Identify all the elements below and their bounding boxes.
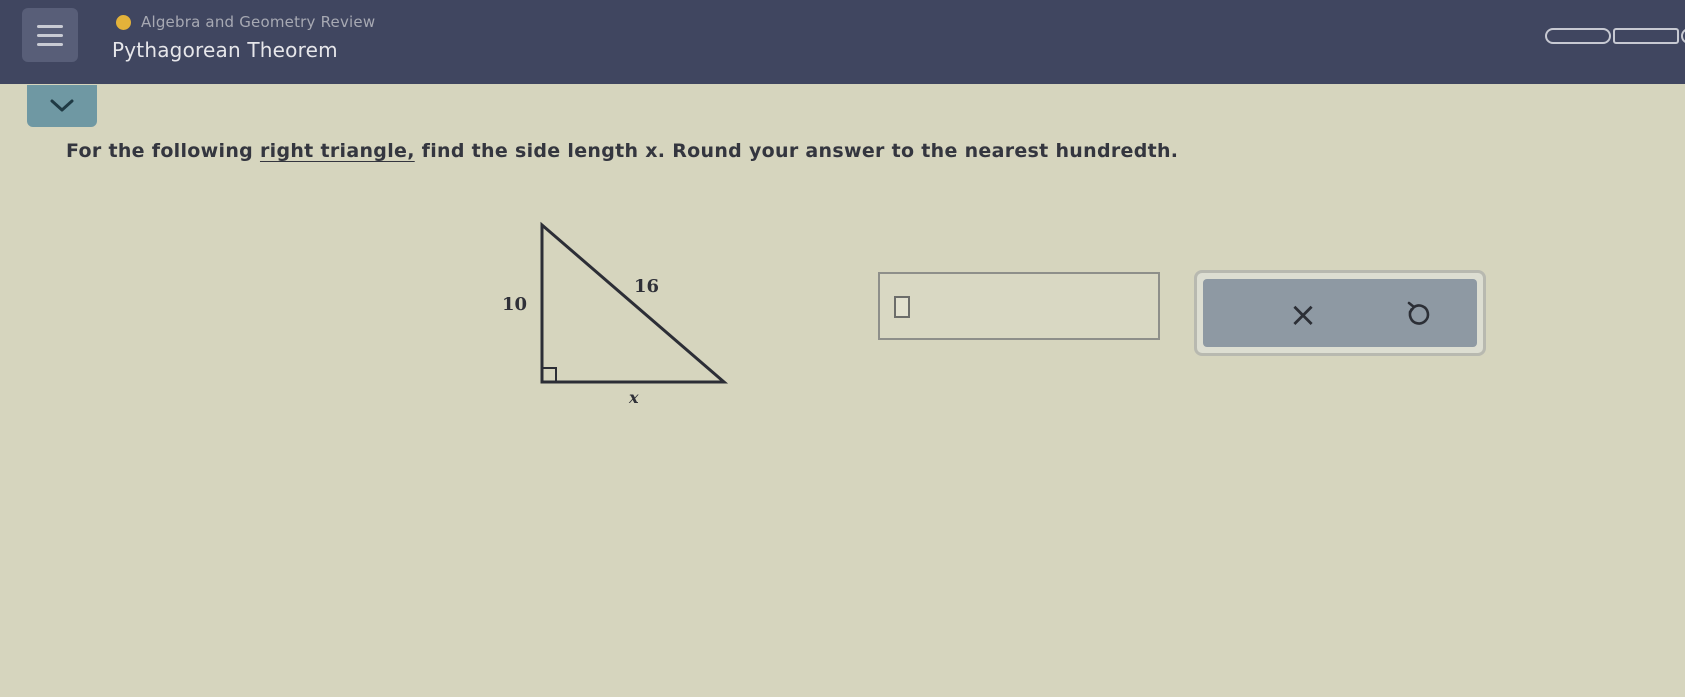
status-dot [116,14,131,30]
progress-indicator [1545,28,1685,44]
course-title: Algebra and Geometry Review [141,13,376,31]
glossary-link-right-triangle[interactable]: right triangle, [260,140,415,162]
undo-icon [1407,301,1430,325]
triangle-diagram: 10 16 x [490,210,730,407]
question-text-start: For the following [66,140,260,162]
action-buttons: × [1194,270,1486,356]
course-row: Algebra and Geometry Review [116,10,375,34]
input-cursor [894,296,910,318]
action-buttons-panel: × [1203,279,1477,347]
progress-segment [1681,28,1685,44]
topic-title: Pythagorean Theorem [112,38,338,62]
undo-button[interactable] [1393,295,1443,335]
hypotenuse-label: 16 [634,276,660,297]
chevron-down-icon [50,99,74,112]
question-text-end: find the side length x. Round your answe… [414,140,1179,162]
collapse-button[interactable] [27,85,97,127]
progress-segment [1613,28,1679,44]
progress-segment [1545,28,1611,44]
leg-label: 10 [502,294,528,315]
menu-button[interactable] [22,8,78,62]
close-icon: × [1288,295,1318,335]
question-text: For the following right triangle, find t… [66,140,1178,162]
hamburger-icon [37,24,63,28]
clear-button[interactable]: × [1273,295,1333,335]
right-angle-icon [542,367,557,382]
base-label: x [629,388,639,407]
top-bar: Algebra and Geometry Review Pythagorean … [0,0,1685,84]
answer-input[interactable] [878,272,1160,340]
